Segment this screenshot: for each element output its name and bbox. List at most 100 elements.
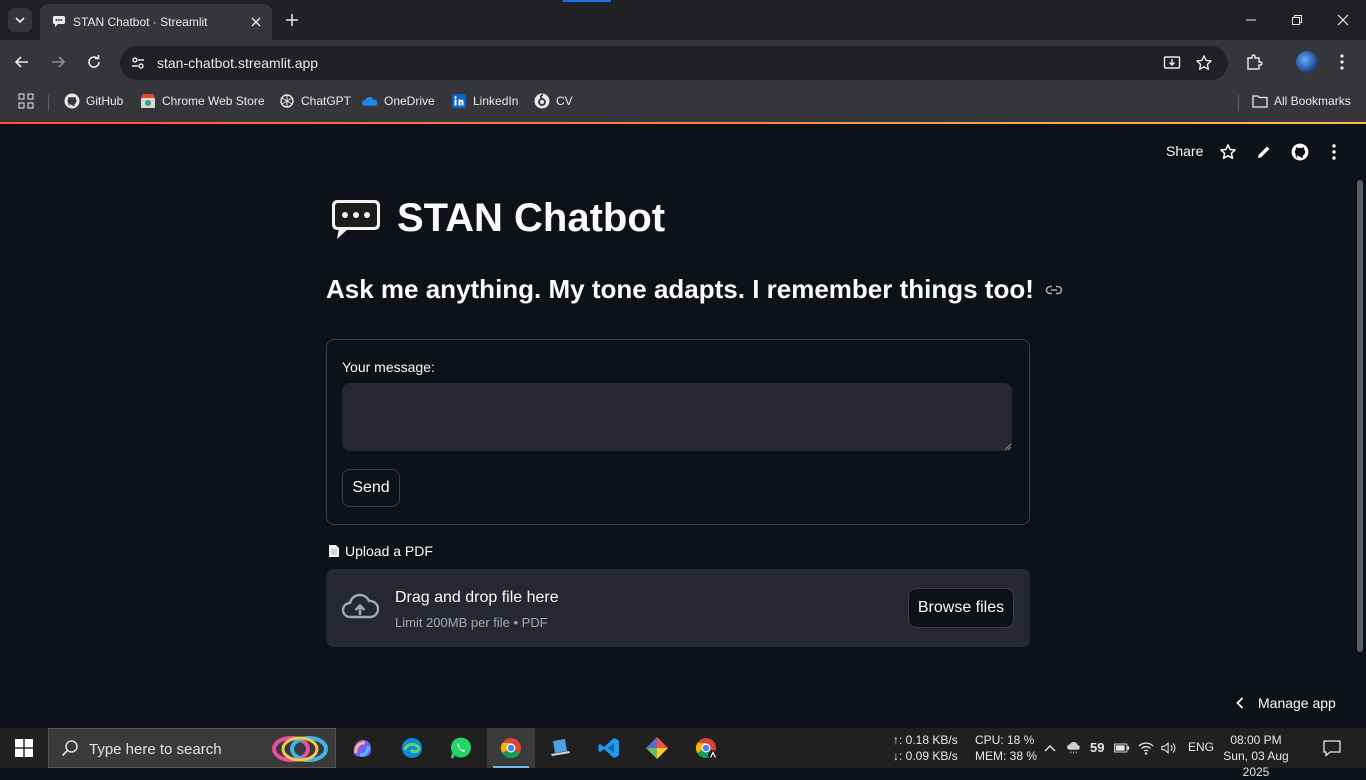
page-scrollbar[interactable] bbox=[1357, 180, 1363, 652]
chevron-left-icon bbox=[1236, 697, 1244, 709]
git-client-icon bbox=[646, 737, 668, 759]
dropzone-limit: Limit 200MB per file • PDF bbox=[395, 615, 548, 630]
resize-handle-icon[interactable] bbox=[1004, 443, 1012, 451]
close-icon bbox=[251, 17, 261, 27]
system-clock[interactable]: 08:00 PM Sun, 03 Aug 2025 bbox=[1218, 732, 1294, 780]
page-title: STAN Chatbot bbox=[397, 196, 666, 240]
streamlit-app: Share STAN Chatbot Ask me anything. My t… bbox=[0, 124, 1366, 728]
upload-label: Upload a PDF bbox=[345, 543, 433, 559]
bookmark-chatgpt[interactable]: ChatGPT bbox=[279, 93, 351, 109]
bookmark-linkedin[interactable]: LinkedIn bbox=[451, 93, 518, 109]
cloud-upload-icon bbox=[341, 593, 379, 619]
new-tab-button[interactable] bbox=[280, 8, 304, 32]
bookmark-star-button[interactable] bbox=[1194, 53, 1214, 73]
minimize-button[interactable] bbox=[1228, 0, 1274, 40]
battery-button[interactable] bbox=[1114, 740, 1130, 756]
profile-avatar[interactable] bbox=[1296, 51, 1318, 73]
reload-button[interactable] bbox=[82, 50, 106, 74]
reload-icon bbox=[88, 55, 100, 68]
bookmark-label: Chrome Web Store bbox=[162, 94, 265, 108]
taskbar-vscode[interactable] bbox=[585, 728, 633, 768]
share-button[interactable]: Share bbox=[1166, 143, 1203, 159]
bookmark-cv[interactable]: CV bbox=[534, 93, 573, 109]
tab-loading-indicator bbox=[563, 0, 611, 2]
search-highlight-icon bbox=[272, 736, 328, 762]
taskbar-desktop-app[interactable] bbox=[536, 728, 584, 768]
plus-icon bbox=[286, 14, 298, 26]
show-hidden-icons-button[interactable] bbox=[1042, 740, 1058, 756]
app-menu-button[interactable] bbox=[1322, 140, 1346, 164]
close-window-button[interactable] bbox=[1320, 0, 1366, 40]
chrome-web-store-icon bbox=[140, 93, 156, 109]
dropzone-title: Drag and drop file here bbox=[395, 589, 559, 606]
install-app-button[interactable] bbox=[1162, 53, 1182, 73]
site-info-button[interactable] bbox=[128, 53, 148, 73]
copilot-icon bbox=[353, 739, 372, 757]
star-icon bbox=[1220, 144, 1236, 160]
bookmark-chrome-web-store[interactable]: Chrome Web Store bbox=[140, 93, 265, 109]
chrome-icon bbox=[695, 738, 718, 760]
weather-button[interactable] bbox=[1066, 740, 1082, 756]
weather-temperature: 59 bbox=[1090, 740, 1105, 755]
favorite-button[interactable] bbox=[1216, 140, 1240, 164]
more-vertical-icon bbox=[1340, 54, 1344, 70]
tab-close-button[interactable] bbox=[246, 12, 266, 32]
edit-button[interactable] bbox=[1252, 140, 1276, 164]
network-upload: ↑: 0.18 KB/s bbox=[893, 733, 958, 747]
apps-button[interactable] bbox=[18, 93, 34, 109]
github-button[interactable] bbox=[1288, 140, 1312, 164]
battery-icon bbox=[1114, 743, 1130, 753]
close-icon bbox=[1337, 14, 1349, 26]
taskbar-chrome[interactable] bbox=[487, 728, 535, 768]
pencil-icon bbox=[1258, 146, 1270, 158]
system-usage: CPU: 18 % MEM: 38 % bbox=[975, 732, 1037, 764]
wifi-button[interactable] bbox=[1138, 740, 1154, 756]
browser-tab-active[interactable]: STAN Chatbot · Streamlit bbox=[40, 4, 272, 40]
bookmark-github[interactable]: GitHub bbox=[64, 93, 123, 109]
network-speed: ↑: 0.18 KB/s ↓: 0.09 KB/s bbox=[893, 732, 958, 764]
bookmark-onedrive[interactable]: OneDrive bbox=[362, 93, 435, 109]
bookmarks-divider bbox=[1238, 95, 1239, 111]
browser-menu-button[interactable] bbox=[1330, 50, 1354, 74]
restore-button[interactable] bbox=[1274, 0, 1320, 40]
clock-time: 08:00 PM bbox=[1230, 733, 1282, 747]
volume-button[interactable] bbox=[1161, 740, 1177, 756]
manage-app-label: Manage app bbox=[1258, 695, 1336, 711]
start-button[interactable] bbox=[0, 728, 48, 768]
file-dropzone[interactable]: Drag and drop file here Limit 200MB per … bbox=[326, 569, 1030, 647]
taskbar-whatsapp[interactable] bbox=[437, 728, 485, 768]
browser-tab-strip: STAN Chatbot · Streamlit bbox=[0, 0, 1366, 40]
send-button[interactable]: Send bbox=[342, 469, 400, 507]
speech-bubble-icon bbox=[332, 199, 380, 239]
message-label: Your message: bbox=[342, 359, 435, 375]
arrow-right-icon bbox=[52, 56, 66, 68]
browse-files-button[interactable]: Browse files bbox=[908, 588, 1014, 628]
restore-icon bbox=[1292, 15, 1302, 25]
manage-app-button[interactable]: Manage app bbox=[1236, 695, 1336, 711]
whatsapp-icon bbox=[450, 737, 471, 759]
github-icon bbox=[64, 93, 80, 109]
taskbar-copilot[interactable] bbox=[338, 728, 386, 768]
bookmarks-divider bbox=[48, 95, 49, 111]
forward-button[interactable] bbox=[46, 50, 70, 74]
github-icon bbox=[1291, 143, 1309, 161]
input-language[interactable]: ENG bbox=[1188, 740, 1214, 754]
network-download: ↓: 0.09 KB/s bbox=[893, 749, 958, 763]
tab-search-button[interactable] bbox=[8, 8, 32, 32]
extensions-button[interactable] bbox=[1242, 50, 1266, 74]
back-button[interactable] bbox=[10, 50, 34, 74]
chrome-icon bbox=[500, 738, 521, 759]
taskbar-git-app[interactable] bbox=[633, 728, 681, 768]
taskbar-chrome-profile[interactable] bbox=[682, 728, 730, 768]
address-bar[interactable]: stan-chatbot.streamlit.app bbox=[120, 46, 1228, 80]
link-icon[interactable] bbox=[1044, 280, 1064, 300]
bookmark-label: ChatGPT bbox=[301, 94, 352, 108]
message-textarea[interactable] bbox=[342, 383, 1012, 451]
all-bookmarks-label: All Bookmarks bbox=[1274, 94, 1351, 108]
windows-logo-icon bbox=[15, 739, 33, 757]
taskbar-edge[interactable] bbox=[388, 728, 436, 768]
star-icon bbox=[1196, 55, 1212, 70]
notifications-icon[interactable] bbox=[1322, 738, 1342, 758]
all-bookmarks-button[interactable]: All Bookmarks bbox=[1252, 93, 1351, 109]
taskbar-search-box[interactable]: Type here to search bbox=[48, 728, 336, 768]
